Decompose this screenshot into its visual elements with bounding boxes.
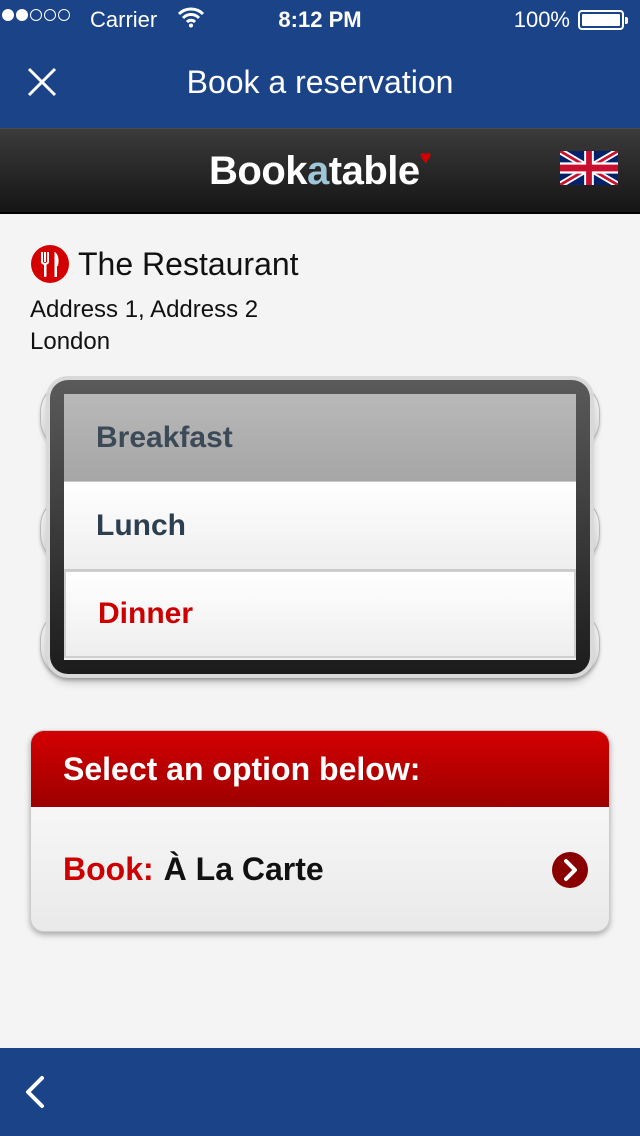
address-line-2: London: [30, 328, 111, 355]
page-title: Book a reservation: [186, 64, 454, 100]
picker-frame: Breakfast Lunch Dinner: [50, 380, 590, 674]
chevron-right-icon[interactable]: [551, 851, 589, 889]
options-panel: Select an option below: Book: À La Carte: [30, 730, 610, 932]
status-bar: Carrier 8:12 PM 100%: [0, 0, 640, 40]
battery-percentage: 100%: [513, 7, 570, 32]
back-arrow-icon[interactable]: [20, 1074, 50, 1110]
battery-icon: [578, 10, 628, 30]
picker-option-dinner[interactable]: Dinner: [64, 570, 576, 658]
bottom-toolbar: [0, 1048, 640, 1136]
picker-option-lunch[interactable]: Lunch: [64, 482, 576, 570]
book-value: À La Carte: [163, 850, 324, 887]
heart-icon: ♥: [419, 147, 432, 169]
restaurant-info: The Restaurant Address 1, Address 2 Lond…: [30, 244, 620, 358]
book-option-row[interactable]: Book: À La Carte: [31, 807, 609, 931]
uk-flag-icon[interactable]: [560, 151, 618, 185]
picker-option-breakfast[interactable]: Breakfast: [64, 394, 576, 482]
nav-bar: Book a reservation: [0, 40, 640, 128]
picker-list: Breakfast Lunch Dinner: [64, 394, 576, 660]
address-line-1: Address 1, Address 2: [30, 296, 259, 323]
bookatable-logo: Bookatable♥: [209, 147, 432, 193]
book-label: Book:: [63, 850, 154, 887]
meal-picker[interactable]: Breakfast Lunch Dinner: [40, 372, 600, 680]
restaurant-name: The Restaurant: [78, 245, 299, 282]
cutlery-icon: [31, 245, 69, 283]
brand-bar: Bookatable♥: [0, 128, 640, 214]
options-heading: Select an option below:: [31, 731, 609, 807]
